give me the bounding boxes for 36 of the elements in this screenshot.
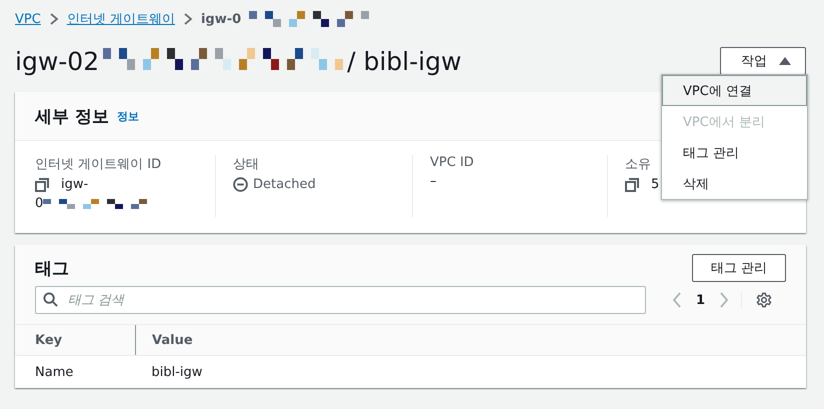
- field-value: –: [430, 174, 438, 189]
- field-value: igw-: [61, 177, 88, 192]
- menu-item[interactable]: 삭제: [662, 168, 807, 199]
- minus-circle-icon: [233, 177, 248, 192]
- section-title: 태그: [35, 258, 69, 280]
- manage-tags-button[interactable]: 태그 관리: [692, 254, 786, 282]
- status-text: Detached: [253, 177, 316, 192]
- breadcrumb-current: igw-0: [200, 12, 242, 26]
- copy-icon[interactable]: [625, 178, 639, 192]
- table-cell: Name: [15, 356, 136, 388]
- caret-up-icon: [779, 57, 791, 65]
- page-title: igw-02: [15, 46, 100, 76]
- column-header: Value: [136, 325, 806, 356]
- field-value: 0: [35, 196, 44, 211]
- copy-icon[interactable]: [35, 178, 49, 192]
- chevron-right-icon: [182, 13, 193, 25]
- breadcrumb-link[interactable]: 인터넷 게이트웨이: [66, 10, 175, 28]
- settings-icon[interactable]: [756, 292, 772, 308]
- search-icon: [43, 292, 58, 307]
- chevron-right-icon: [48, 13, 59, 25]
- menu-item[interactable]: 태그 관리: [662, 137, 807, 168]
- column-header: Key: [15, 325, 136, 356]
- section-title: 세부 정보: [35, 106, 109, 128]
- actions-button[interactable]: 작업: [720, 47, 806, 75]
- field-label: 소유: [625, 156, 652, 173]
- breadcrumb-link[interactable]: VPC: [15, 12, 41, 26]
- search-field[interactable]: 태그 검색: [35, 286, 646, 314]
- info-link[interactable]: 정보: [116, 108, 139, 124]
- field-label: 인터넷 게이트웨이 ID: [35, 156, 162, 173]
- field-value: 5: [651, 177, 660, 192]
- page-number[interactable]: 1: [696, 292, 706, 308]
- table-cell: bibl-igw: [136, 356, 806, 388]
- field-label: 상태: [233, 156, 260, 173]
- field-label: VPC ID: [430, 155, 475, 170]
- menu-item[interactable]: VPC에 연결: [662, 75, 807, 106]
- page-title: / bibl-igw: [347, 46, 462, 76]
